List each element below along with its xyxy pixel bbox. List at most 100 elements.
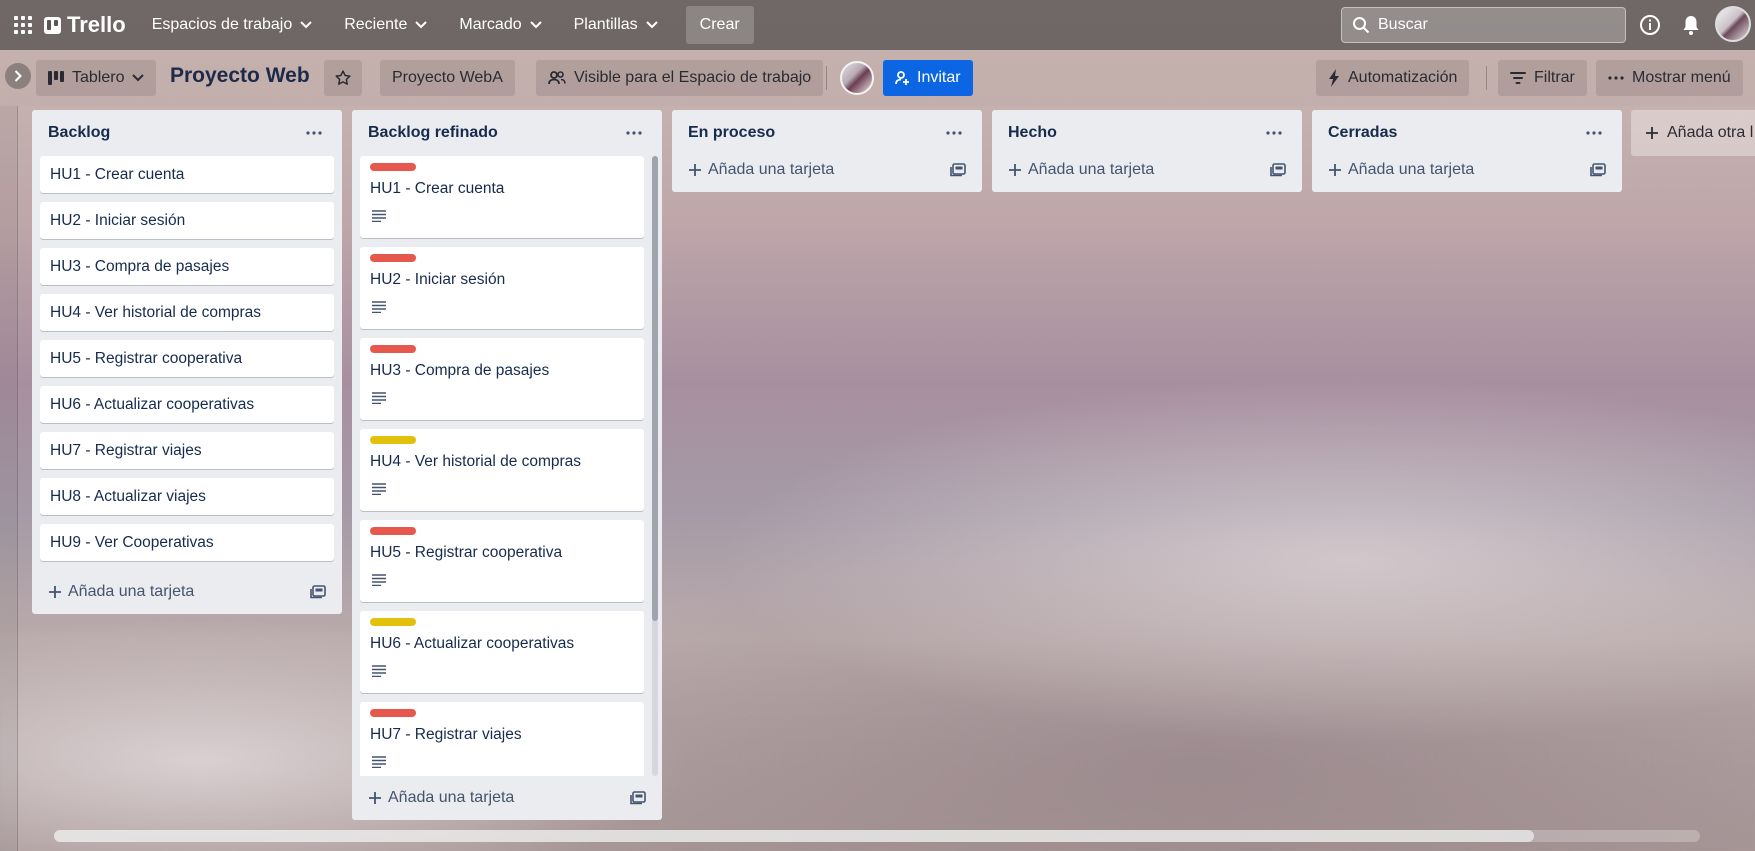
add-card-button[interactable]: Añada una tarjeta	[1008, 161, 1154, 179]
card[interactable]: HU5 - Registrar cooperativa	[40, 340, 334, 377]
card-title: HU5 - Registrar cooperativa	[370, 544, 563, 561]
template-card-icon[interactable]	[1590, 163, 1606, 177]
add-card-label: Añada una tarjeta	[708, 161, 835, 178]
card-title: HU7 - Registrar viajes	[50, 441, 202, 459]
card[interactable]: HU4 - Ver historial de compras	[40, 294, 334, 331]
nav-recent-label: Reciente	[344, 16, 408, 33]
header-divider	[826, 66, 827, 90]
card-title: HU4 - Ver historial de compras	[370, 453, 582, 470]
card[interactable]: HU2 - Iniciar sesión	[40, 202, 334, 239]
more-dots-icon[interactable]	[302, 121, 326, 145]
workspace-button[interactable]: Proyecto WebA	[380, 60, 515, 96]
nav-starred-dropdown[interactable]: Marcado	[447, 7, 553, 43]
description-icon	[371, 664, 387, 678]
card[interactable]: HU7 - Registrar viajes	[360, 702, 644, 776]
description-icon	[371, 209, 387, 223]
card-label-yellow[interactable]	[370, 436, 416, 444]
invite-button[interactable]: Invitar	[883, 60, 973, 96]
plus-icon	[1645, 126, 1659, 140]
more-dots-icon[interactable]	[1262, 121, 1286, 145]
trello-logo[interactable]: Trello	[44, 12, 126, 38]
description-icon	[371, 300, 387, 314]
card[interactable]: HU9 - Ver Cooperativas	[40, 524, 334, 561]
card[interactable]: HU2 - Iniciar sesión	[360, 247, 644, 329]
card-label-yellow[interactable]	[370, 618, 416, 626]
search-input[interactable]: Buscar	[1341, 7, 1626, 43]
card-title: HU5 - Registrar cooperativa	[50, 349, 243, 367]
chevron-down-icon	[529, 21, 542, 29]
automation-button[interactable]: Automatización	[1316, 60, 1470, 96]
list-title[interactable]: Backlog refinado	[368, 124, 498, 142]
nav-starred-label: Marcado	[459, 16, 522, 33]
create-button[interactable]: Crear	[685, 6, 754, 44]
board-view-switcher[interactable]: Tablero	[36, 60, 157, 96]
card[interactable]: HU5 - Registrar cooperativa	[360, 520, 644, 602]
board-member-avatar[interactable]	[840, 61, 874, 95]
more-dots-icon[interactable]	[1582, 121, 1606, 145]
card[interactable]: HU1 - Crear cuenta	[40, 156, 334, 193]
sidebar-expand-button[interactable]	[5, 63, 31, 89]
card[interactable]: HU6 - Actualizar cooperativas	[360, 611, 644, 693]
star-icon	[334, 69, 352, 87]
star-board-button[interactable]	[324, 60, 362, 96]
template-card-icon[interactable]	[1270, 163, 1286, 177]
plus-icon	[688, 163, 702, 177]
card-label-red[interactable]	[370, 254, 416, 262]
list-scrollbar-thumb[interactable]	[652, 156, 658, 621]
nav-recent-dropdown[interactable]: Reciente	[332, 7, 439, 43]
more-dots-icon[interactable]	[622, 121, 646, 145]
more-dots-icon[interactable]	[942, 121, 966, 145]
list-scrollbar[interactable]	[652, 156, 658, 776]
user-avatar[interactable]	[1715, 6, 1751, 42]
card[interactable]: HU1 - Crear cuenta	[360, 156, 644, 238]
description-icon	[371, 391, 387, 405]
list-title[interactable]: Cerradas	[1328, 124, 1397, 142]
template-card-icon[interactable]	[630, 791, 646, 805]
card[interactable]: HU8 - Actualizar viajes	[40, 478, 334, 515]
info-icon[interactable]	[1639, 14, 1661, 36]
card[interactable]: HU4 - Ver historial de compras	[360, 429, 644, 511]
nav-templates-dropdown[interactable]: Plantillas	[562, 7, 670, 43]
card-label-red[interactable]	[370, 709, 416, 717]
plus-icon	[1008, 163, 1022, 177]
board-horizontal-scrollbar-thumb[interactable]	[54, 830, 1534, 842]
apps-grid-icon[interactable]	[14, 16, 32, 34]
nav-workspaces-dropdown[interactable]: Espacios de trabajo	[140, 7, 325, 43]
list-backlog: Backlog HU1 - Crear cuenta HU2 - Iniciar…	[32, 110, 342, 614]
list-title[interactable]: Backlog	[48, 124, 110, 142]
trello-logo-icon	[44, 16, 61, 34]
add-card-button[interactable]: Añada una tarjeta	[368, 789, 514, 807]
template-card-icon[interactable]	[310, 585, 326, 599]
board-horizontal-scrollbar[interactable]	[54, 830, 1700, 842]
list-hecho: Hecho Añada una tarjeta	[992, 110, 1302, 192]
chevron-right-icon	[14, 70, 22, 82]
lightning-icon	[1328, 69, 1340, 87]
more-dots-icon	[1608, 76, 1624, 80]
add-card-button[interactable]: Añada una tarjeta	[48, 583, 194, 601]
board-view-icon	[48, 71, 64, 85]
filter-button[interactable]: Filtrar	[1498, 60, 1587, 96]
list-title[interactable]: Hecho	[1008, 124, 1057, 142]
add-card-button[interactable]: Añada una tarjeta	[1328, 161, 1474, 179]
add-list-label: Añada otra l	[1667, 124, 1754, 141]
card-label-red[interactable]	[370, 163, 416, 171]
show-menu-button[interactable]: Mostrar menú	[1596, 60, 1743, 96]
card[interactable]: HU3 - Compra de pasajes	[360, 338, 644, 420]
board-title[interactable]: Proyecto Web	[170, 64, 310, 88]
card-title: HU4 - Ver historial de compras	[50, 303, 262, 321]
card-label-red[interactable]	[370, 345, 416, 353]
card[interactable]: HU3 - Compra de pasajes	[40, 248, 334, 285]
card-label-red[interactable]	[370, 527, 416, 535]
visibility-button[interactable]: Visible para el Espacio de trabajo	[536, 60, 824, 96]
bell-icon[interactable]	[1680, 14, 1702, 36]
add-card-row: Añada una tarjeta	[680, 148, 974, 192]
card[interactable]: HU7 - Registrar viajes	[40, 432, 334, 469]
search-icon	[1352, 16, 1370, 34]
card-title: HU6 - Actualizar cooperativas	[370, 635, 575, 652]
card-title: HU1 - Crear cuenta	[370, 180, 505, 197]
card[interactable]: HU6 - Actualizar cooperativas	[40, 386, 334, 423]
list-title[interactable]: En proceso	[688, 124, 775, 142]
template-card-icon[interactable]	[950, 163, 966, 177]
add-card-button[interactable]: Añada una tarjeta	[688, 161, 834, 179]
add-list-button[interactable]: Añada otra l	[1631, 110, 1755, 156]
